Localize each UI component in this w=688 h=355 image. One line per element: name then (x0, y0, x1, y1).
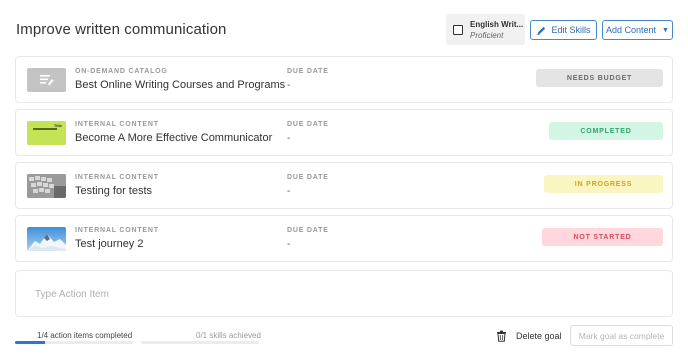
due-date-label: DUE DATE (287, 68, 329, 75)
action-item-input[interactable]: Type Action Item (15, 270, 673, 317)
edit-skills-label: Edit Skills (551, 25, 591, 35)
content-item-card[interactable]: Title INTERNAL CONTENT Become A More Eff… (15, 109, 673, 156)
content-item-card[interactable]: INTERNAL CONTENT Test journey 2 DUE DATE… (15, 215, 673, 262)
action-items-progress-bar (15, 341, 133, 344)
mountain-photo-thumbnail (27, 227, 66, 251)
content-type: INTERNAL CONTENT (75, 227, 159, 234)
skill-level: Proficient (470, 31, 504, 40)
action-item-placeholder: Type Action Item (35, 289, 109, 300)
content-type: INTERNAL CONTENT (75, 121, 159, 128)
skill-name: English Writ... (470, 20, 524, 29)
add-content-button[interactable]: Add Content ▼ (602, 20, 673, 40)
trash-icon[interactable] (496, 330, 507, 342)
lime-banner-thumbnail: Title (27, 121, 66, 145)
pencil-icon (537, 26, 546, 35)
content-item-card[interactable]: ON-DEMAND CATALOG Best Online Writing Co… (15, 56, 673, 103)
action-items-progress-fill (15, 341, 45, 344)
status-badge: IN PROGRESS (544, 175, 663, 193)
mark-goal-complete-button[interactable]: Mark goal as complete (570, 325, 673, 346)
goal-title: Improve written communication (16, 21, 227, 38)
edit-skills-button[interactable]: Edit Skills (530, 20, 597, 40)
delete-goal-button[interactable]: Delete goal (516, 331, 562, 341)
content-title[interactable]: Test journey 2 (75, 238, 143, 250)
content-title[interactable]: Testing for tests (75, 185, 152, 197)
content-type: INTERNAL CONTENT (75, 174, 159, 181)
due-date-value: - (287, 133, 291, 144)
status-badge: NEEDS BUDGET (536, 69, 663, 87)
due-date-value: - (287, 239, 291, 250)
caret-down-icon: ▼ (662, 26, 669, 34)
status-badge: COMPLETED (549, 122, 663, 140)
content-title[interactable]: Become A More Effective Communicator (75, 132, 272, 144)
action-items-progress-label: 1/4 action items completed (37, 331, 133, 340)
skill-checkbox[interactable] (453, 25, 463, 35)
skill-chip[interactable]: English Writ... Proficient (446, 14, 525, 45)
status-badge: NOT STARTED (542, 228, 663, 246)
skills-progress-bar (141, 341, 259, 344)
add-content-label: Add Content (606, 25, 657, 35)
content-item-card[interactable]: INTERNAL CONTENT Testing for tests DUE D… (15, 162, 673, 209)
content-title[interactable]: Best Online Writing Courses and Programs (75, 79, 285, 91)
due-date-label: DUE DATE (287, 174, 329, 181)
skills-progress-label: 0/1 skills achieved (196, 331, 261, 340)
due-date-value: - (287, 186, 291, 197)
due-date-value: - (287, 80, 291, 91)
content-type: ON-DEMAND CATALOG (75, 68, 168, 75)
due-date-label: DUE DATE (287, 121, 329, 128)
keyboard-photo-thumbnail (27, 174, 66, 198)
catalog-icon (27, 68, 66, 92)
due-date-label: DUE DATE (287, 227, 329, 234)
